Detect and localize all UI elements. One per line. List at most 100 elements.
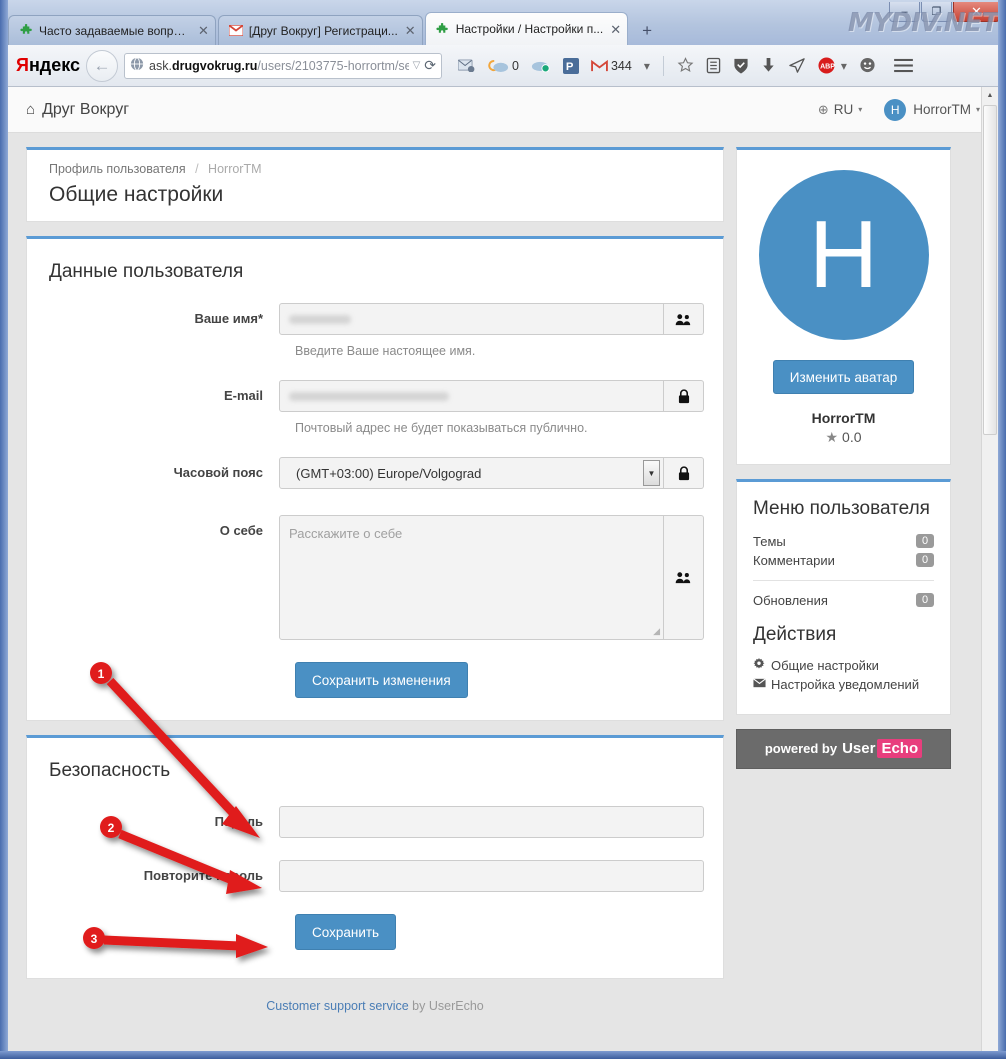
actions-title: Действия bbox=[753, 623, 837, 645]
security-panel: Безопасность Пароль Повторите пароль Сох… bbox=[26, 735, 724, 979]
sidebar-item-updates[interactable]: Обновления 0 bbox=[753, 591, 934, 610]
powered-by-userecho-panel[interactable]: powered by User Echo bbox=[736, 728, 951, 769]
browser-tab-1[interactable]: Часто задаваемые вопрос... ✕ bbox=[8, 15, 216, 45]
change-avatar-button[interactable]: Изменить аватар bbox=[772, 360, 915, 394]
tab-title: Часто задаваемые вопрос... bbox=[39, 23, 191, 38]
sidebar-item-topics[interactable]: Темы 0 bbox=[753, 532, 934, 551]
minimize-button[interactable]: – bbox=[889, 2, 920, 22]
name-redacted-value bbox=[289, 314, 351, 324]
lock-icon[interactable] bbox=[664, 457, 704, 489]
scroll-up-arrow-icon[interactable]: ▲ bbox=[982, 87, 998, 104]
users-icon[interactable] bbox=[664, 515, 704, 640]
email-input-group bbox=[279, 380, 704, 412]
password-repeat-field[interactable] bbox=[279, 860, 704, 892]
timezone-select[interactable]: (GMT+03:00) Europe/Volgograd ▼ bbox=[279, 457, 664, 489]
sidebar-item-label: Комментарии bbox=[753, 552, 835, 568]
browser-tab-3-active[interactable]: Настройки / Настройки п... ✕ bbox=[424, 12, 629, 45]
password-control bbox=[279, 806, 704, 838]
reading-list-icon[interactable] bbox=[706, 57, 721, 74]
bookmark-star-icon[interactable] bbox=[677, 57, 694, 74]
new-tab-button[interactable]: + bbox=[634, 20, 660, 45]
yandex-logo-rest: ндекс bbox=[28, 55, 81, 75]
chevron-down-icon[interactable]: ▽ bbox=[413, 60, 421, 71]
globe-favicon-icon bbox=[130, 57, 144, 74]
page-scrollbar[interactable]: ▲ bbox=[981, 87, 998, 1051]
address-bar[interactable]: ask.drugvokrug.ru/users/2103775-horrortm… bbox=[124, 52, 443, 79]
globe-icon: ⊕ bbox=[817, 101, 829, 117]
yandex-logo: Яндекс bbox=[16, 55, 80, 76]
browser-tab-2[interactable]: [Друг Вокруг] Регистраци... ✕ bbox=[217, 15, 423, 45]
sidebar: H Изменить аватар HorrorTM ★ 0.0 Меню пол… bbox=[736, 147, 951, 1051]
adblock-icon[interactable]: ABP bbox=[818, 57, 835, 74]
chevron-down-icon[interactable]: ▼ bbox=[643, 460, 660, 486]
page-viewport: ⌂ Друг Вокруг ⊕ RU ▾ H HorrorTM ▾ Профил… bbox=[8, 87, 998, 1051]
mail-icon[interactable] bbox=[458, 59, 475, 72]
sidebar-item-general-settings[interactable]: Общие настройки bbox=[753, 656, 934, 675]
security-save-button[interactable]: Сохранить bbox=[295, 914, 397, 950]
sidebar-item-comments[interactable]: Комментарии 0 bbox=[753, 551, 934, 570]
timezone-input-group: (GMT+03:00) Europe/Volgograd ▼ bbox=[279, 457, 704, 489]
page-content: Профиль пользователя / HorrorTM Общие на… bbox=[8, 133, 998, 1051]
download-icon[interactable] bbox=[761, 57, 776, 74]
site-brand[interactable]: ⌂ Друг Вокруг bbox=[26, 101, 129, 119]
yandex-logo-ya: Я bbox=[16, 55, 29, 75]
window-frame-left bbox=[0, 0, 8, 1059]
powered-by-prefix: powered by bbox=[764, 741, 838, 757]
navigation-toolbar: Яндекс ← ask.drugvokrug.ru/users/2103775… bbox=[8, 45, 998, 87]
password-field[interactable] bbox=[279, 806, 704, 838]
save-changes-button[interactable]: Сохранить изменения bbox=[295, 662, 468, 698]
gmail-count: 344 bbox=[610, 58, 632, 73]
chevron-down-icon[interactable]: ▾ bbox=[644, 59, 650, 73]
email-row: E-mail bbox=[49, 380, 704, 412]
language-switcher[interactable]: ⊕ RU ▾ bbox=[818, 102, 862, 118]
powered-by-label: powered by User Echo bbox=[764, 739, 923, 759]
about-label: О себе bbox=[219, 523, 263, 538]
language-label: RU bbox=[833, 102, 854, 117]
sidebar-item-label: Настройка уведомлений bbox=[771, 676, 920, 692]
user-menu[interactable]: H HorrorTM ▾ bbox=[884, 98, 980, 121]
turbo-icon[interactable] bbox=[788, 57, 806, 74]
support-service-link[interactable]: Customer support service bbox=[266, 999, 408, 1013]
back-button[interactable]: ← bbox=[86, 49, 119, 82]
cloud-icon[interactable] bbox=[531, 59, 551, 73]
weather-icon[interactable]: 0 bbox=[487, 59, 519, 73]
sidebar-item-label: Темы bbox=[753, 533, 786, 549]
about-textarea[interactable]: Расскажите о себе ◢ bbox=[279, 515, 664, 640]
main-column: Профиль пользователя / HorrorTM Общие на… bbox=[26, 147, 724, 1051]
envelope-icon bbox=[753, 677, 771, 691]
url-path: /users/2103775-horrortm/settin bbox=[257, 58, 409, 73]
close-window-button[interactable]: ✕ bbox=[953, 2, 1000, 22]
userecho-echo-badge: Echo bbox=[877, 739, 923, 759]
avatar-large: H bbox=[758, 170, 929, 340]
shield-icon[interactable] bbox=[733, 57, 749, 74]
users-icon[interactable] bbox=[664, 303, 704, 335]
avatar: H bbox=[884, 98, 907, 121]
breadcrumb: Профиль пользователя / HorrorTM bbox=[49, 162, 701, 176]
breadcrumb-parent[interactable]: Профиль пользователя bbox=[49, 162, 186, 176]
gmail-icon[interactable]: 344 bbox=[591, 59, 632, 73]
reload-icon[interactable]: ⟳ bbox=[424, 57, 436, 74]
chevron-down-icon[interactable]: ▾ bbox=[841, 59, 847, 73]
email-input[interactable] bbox=[279, 380, 664, 412]
name-input[interactable] bbox=[279, 303, 664, 335]
maximize-button[interactable]: ❐ bbox=[921, 2, 952, 22]
punto-switcher-icon[interactable]: P bbox=[562, 57, 579, 74]
avatar-panel: H Изменить аватар HorrorTM ★ 0.0 bbox=[736, 147, 951, 465]
sidebar-item-notification-settings[interactable]: Настройка уведомлений bbox=[753, 675, 934, 694]
close-icon[interactable]: ✕ bbox=[198, 24, 209, 37]
name-label: Ваше имя* bbox=[49, 303, 279, 326]
scrollbar-thumb[interactable] bbox=[983, 105, 997, 435]
topics-count: 0 bbox=[916, 534, 934, 549]
timezone-control: (GMT+03:00) Europe/Volgograd ▼ bbox=[279, 457, 704, 489]
resize-grip-icon[interactable]: ◢ bbox=[653, 626, 660, 637]
close-icon[interactable]: ✕ bbox=[405, 24, 416, 37]
updates-count: 0 bbox=[916, 593, 934, 608]
emoji-icon[interactable] bbox=[859, 57, 876, 74]
url-text: ask.drugvokrug.ru/users/2103775-horrortm… bbox=[149, 59, 409, 73]
security-section-title: Безопасность bbox=[49, 760, 171, 781]
lock-icon[interactable] bbox=[664, 380, 704, 412]
footer-suffix: by UserEcho bbox=[412, 999, 484, 1013]
menu-icon[interactable] bbox=[894, 58, 913, 73]
close-icon[interactable]: ✕ bbox=[610, 23, 621, 36]
user-data-section-title: Данные пользователя bbox=[49, 261, 244, 282]
